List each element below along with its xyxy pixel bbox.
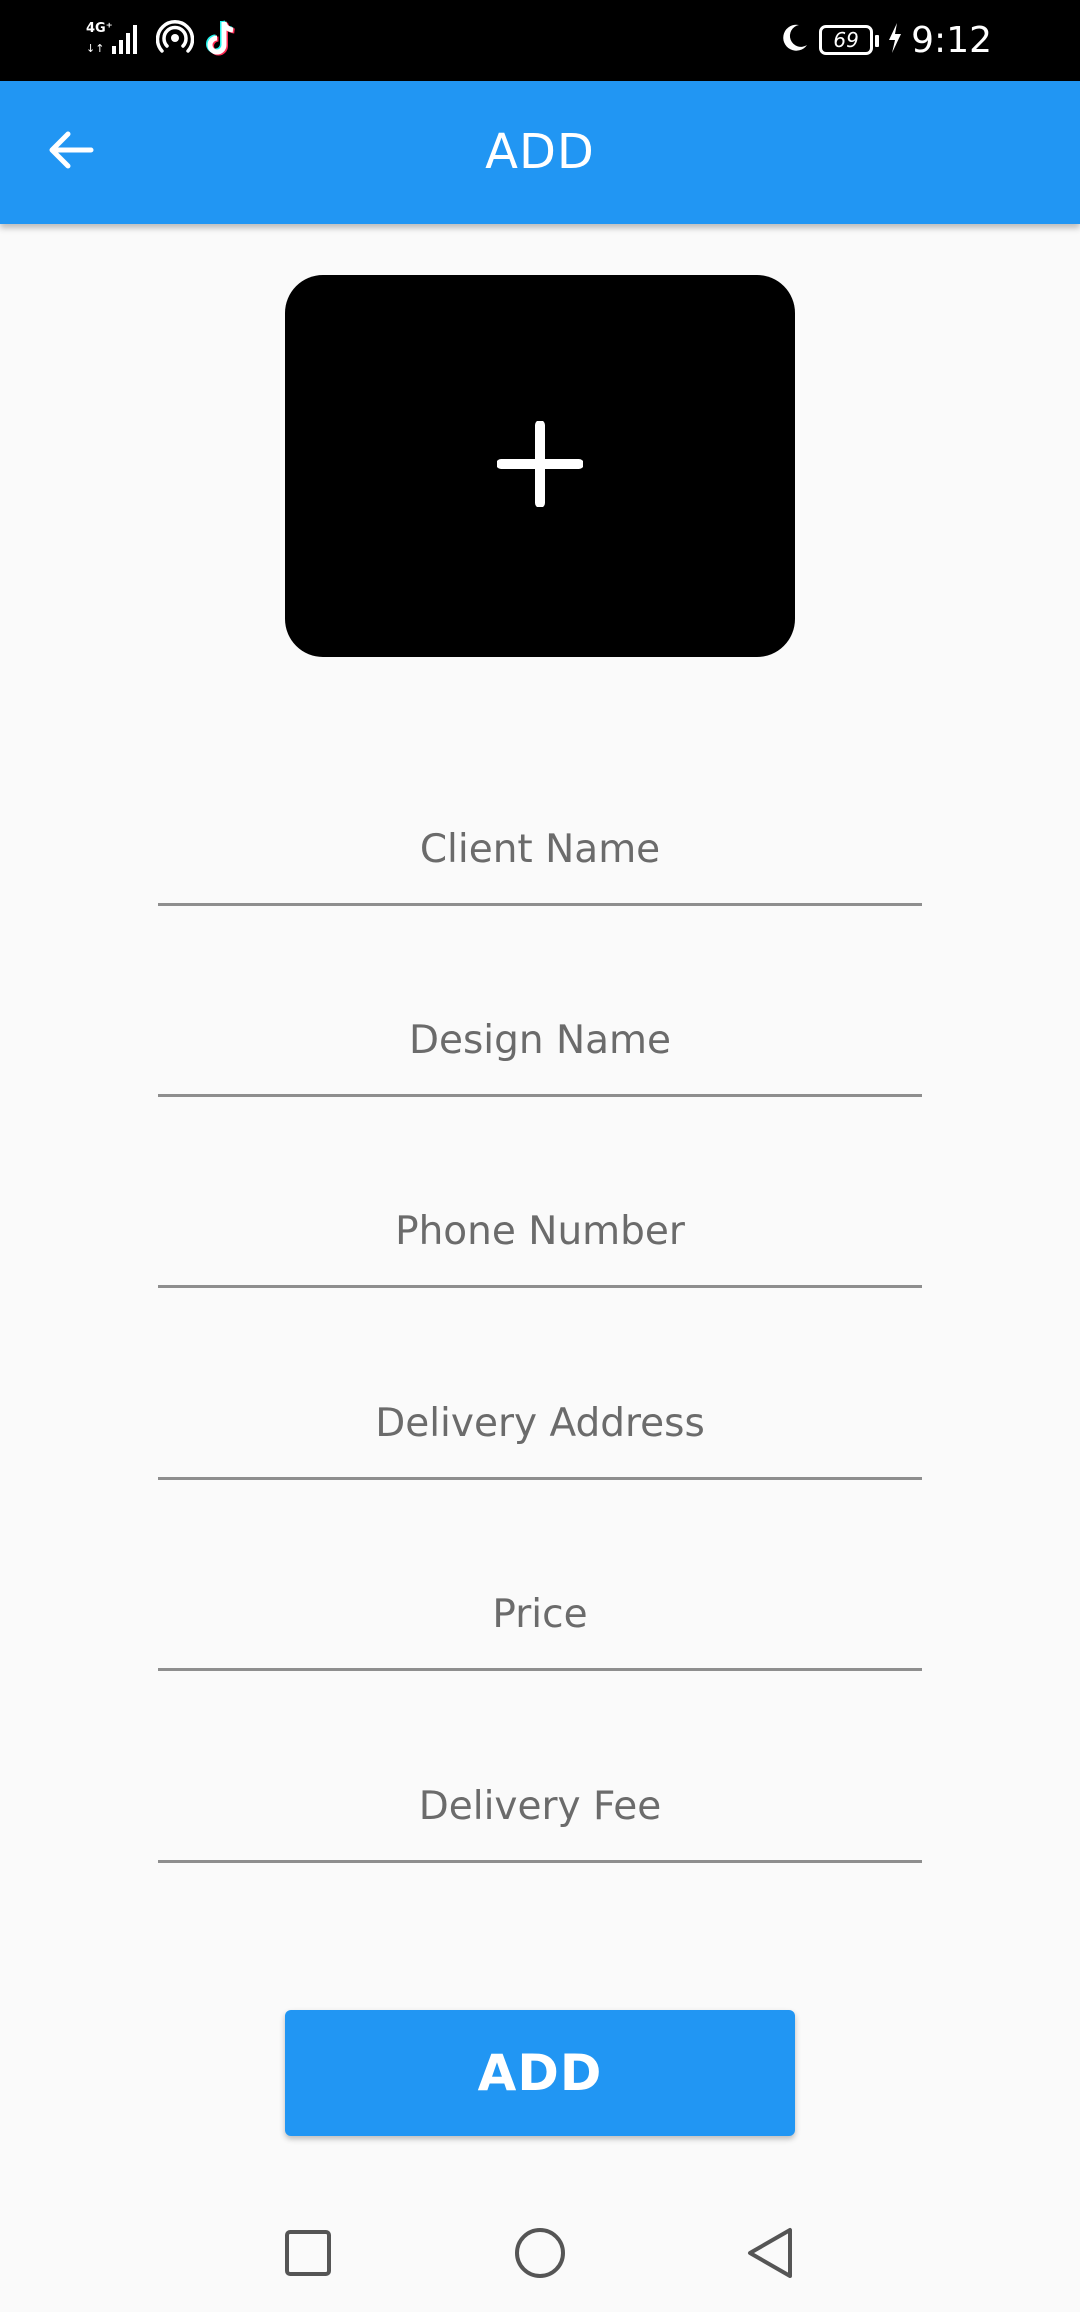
- svg-text:↓↑: ↓↑: [86, 42, 104, 55]
- design-name-input[interactable]: [158, 987, 922, 1094]
- phone-number-field[interactable]: [158, 1178, 922, 1288]
- add-image-button[interactable]: [285, 275, 795, 657]
- signal-icon: 4G⁺ ↓↑: [86, 18, 144, 62]
- tiktok-icon: [206, 19, 240, 61]
- back-triangle-icon: [744, 2226, 796, 2284]
- recents-square-icon: [283, 2228, 333, 2282]
- delivery-address-input[interactable]: [158, 1370, 922, 1477]
- status-left-group: 4G⁺ ↓↑: [86, 18, 240, 62]
- price-field[interactable]: [158, 1561, 922, 1671]
- delivery-fee-field[interactable]: [158, 1753, 922, 1863]
- status-bar: 4G⁺ ↓↑ 69 9:12: [0, 0, 1080, 81]
- back-button[interactable]: [36, 117, 106, 187]
- hotspot-icon: [155, 19, 195, 61]
- moon-icon: [777, 21, 811, 59]
- price-input[interactable]: [158, 1561, 922, 1668]
- battery-level: 69: [833, 28, 859, 52]
- delivery-address-field[interactable]: [158, 1370, 922, 1480]
- system-nav-bar: [0, 2190, 1080, 2312]
- design-name-field[interactable]: [158, 987, 922, 1097]
- status-right-group: 69 9:12: [777, 14, 992, 66]
- plus-icon: [496, 420, 584, 511]
- home-button[interactable]: [505, 2220, 575, 2290]
- home-circle-icon: [513, 2226, 567, 2284]
- delivery-fee-input[interactable]: [158, 1753, 922, 1860]
- app-bar: ADD: [0, 81, 1080, 224]
- charging-icon: [887, 22, 903, 58]
- phone-number-input[interactable]: [158, 1178, 922, 1285]
- svg-text:4G⁺: 4G⁺: [86, 21, 113, 36]
- back-nav-button[interactable]: [735, 2220, 805, 2290]
- add-submit-button[interactable]: ADD: [285, 2010, 795, 2136]
- add-screen: 4G⁺ ↓↑ 69 9:12 ADD Client Name Design Na…: [0, 0, 1080, 2312]
- recents-button[interactable]: [273, 2220, 343, 2290]
- client-name-input[interactable]: [158, 796, 922, 903]
- status-time: 9:12: [911, 19, 992, 61]
- arrow-left-icon: [48, 130, 94, 174]
- page-title: ADD: [485, 124, 595, 180]
- client-name-field[interactable]: [158, 796, 922, 906]
- battery-icon: 69: [819, 25, 880, 55]
